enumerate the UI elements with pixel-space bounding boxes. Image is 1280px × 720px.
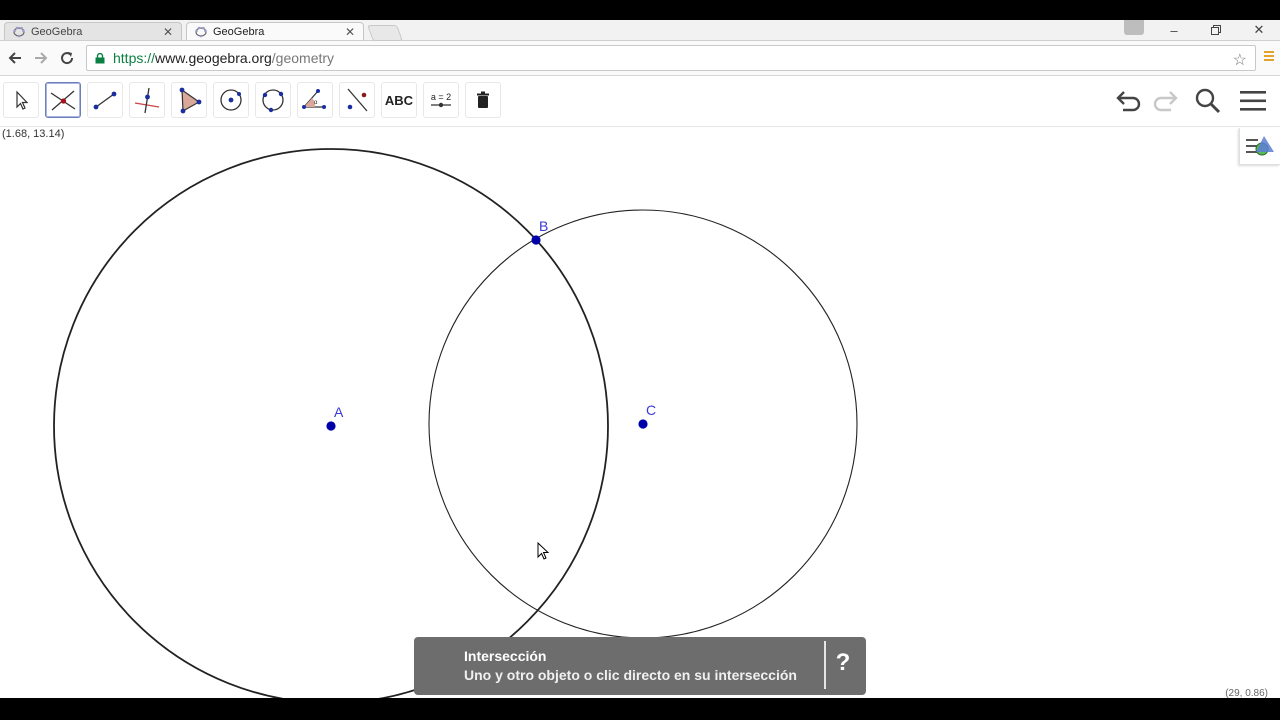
point-c-label: C: [646, 402, 656, 418]
algebra-view-icon: [1246, 136, 1274, 156]
point-a[interactable]: [326, 421, 336, 431]
help-button[interactable]: ?: [828, 649, 858, 677]
mouse-coordinates: (1.68, 13.14): [2, 128, 65, 140]
tool-help-tooltip: Intersección Uno y otro objeto o clic di…: [414, 637, 866, 695]
tooltip-divider: [824, 641, 826, 689]
corner-coordinates: (29, 0.86): [1225, 688, 1268, 698]
point-c[interactable]: [638, 419, 648, 429]
tooltip-description: Uno y otro objeto o clic directo en su i…: [464, 667, 797, 683]
algebra-view-toggle[interactable]: [1239, 128, 1280, 165]
tooltip-title: Intersección: [464, 648, 547, 664]
browser-window: GeoGebra ✕ GeoGebra ✕ – ✕ https://www.ge…: [0, 20, 1280, 698]
graphics-view[interactable]: A B C: [0, 20, 1280, 698]
point-b-label: B: [539, 218, 548, 234]
mouse-cursor-icon: [537, 541, 551, 567]
point-a-label: A: [334, 404, 344, 420]
point-b[interactable]: [531, 235, 541, 245]
